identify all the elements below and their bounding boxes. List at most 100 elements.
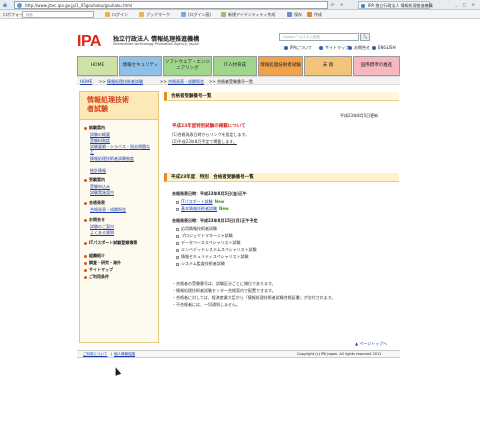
toolbar-create[interactable]: 作成 [314, 12, 322, 18]
new-identity-icon [221, 12, 226, 17]
refresh-icon[interactable]: ⟳ [331, 2, 334, 7]
bullet-icon [284, 46, 288, 50]
note-line: ・合格者の受験番号は、試験区分ごとに順位であります。 [172, 281, 276, 286]
checkbox-icon [176, 255, 179, 259]
checkbox-icon [176, 241, 179, 245]
sidebar-title: 情報処理技術者試験 [87, 96, 129, 113]
util-link-about[interactable]: IPAについて [284, 45, 312, 51]
bullet-icon [84, 201, 87, 205]
toolbar-login-page[interactable]: (ログイン画) [188, 12, 211, 18]
site-search-placeholder: Google™カスタム検索 [283, 35, 320, 39]
breadcrumb-home[interactable]: HOME [80, 79, 92, 84]
nav-software-engineering[interactable]: ソフトウェア・エンジニアリング [163, 56, 212, 76]
page-title: 合格者受験番号一覧 [171, 94, 212, 99]
result-item: 情報セキュリティスペシャリスト試験 [176, 254, 248, 260]
checkbox-icon [176, 227, 179, 231]
util-link-english[interactable]: ENGLISH [372, 45, 396, 50]
browser-tab[interactable]: IPA 独立行政法人 情報処理推進機構 [358, 1, 433, 9]
sidebar-item-faq[interactable]: よくある質問 [90, 230, 114, 235]
nav-security[interactable]: 情報セキュリティ [119, 56, 162, 76]
bullet-icon [84, 261, 87, 265]
sidebar-link-research[interactable]: 調査・研究・海外 [84, 260, 121, 265]
result-item[interactable]: ITパスポート試験 New [176, 199, 224, 205]
site-search-button[interactable]: 🔍 [360, 33, 370, 41]
address-field[interactable]: http://www.jitec.ipa.go.jp/1_05gouhaku/g… [14, 1, 328, 9]
sidebar-section-apply: 受験案内 [84, 177, 105, 182]
sidebar-item-exam-info[interactable]: 試験実施案内 [90, 190, 114, 195]
toolbar-login[interactable]: ログイン [112, 12, 128, 18]
sidebar-section-results: 合格発表 [84, 200, 105, 205]
footer-link-terms[interactable]: ご利用について [83, 352, 107, 357]
bullet-icon [84, 178, 87, 182]
checkbox-icon [176, 207, 179, 211]
bullet-icon [348, 46, 352, 50]
sidebar-link-sitemap[interactable]: サイトマップ [84, 267, 113, 272]
sidebar-link-org[interactable]: 組織紹介 [84, 253, 105, 258]
sidebar-item-syllabus[interactable]: 試験要綱・シラバス・過去問題など [90, 144, 152, 154]
result-item: 応用情報技術者試験 [176, 226, 217, 232]
ipa-logo[interactable]: IPA [77, 33, 101, 51]
footer-link-privacy[interactable]: 個人情報保護 [114, 352, 135, 357]
toolbar-search-placeholder: 検索 [26, 13, 33, 17]
page-title-bar: 合格者受験番号一覧 [164, 92, 399, 101]
bullet-icon [84, 218, 87, 222]
util-link-sitemap[interactable]: サイトマップ [319, 45, 349, 51]
announce-date-2: 合格発表日時：平成23年8月15日(月)正午予定 [172, 218, 258, 223]
nav-it-hr[interactable]: IT人材育成 [213, 56, 257, 76]
breadcrumb-results[interactable]: 合格発表・成績照会 [168, 79, 204, 85]
sidebar-link-terms[interactable]: ご利用条件 [84, 274, 109, 279]
new-badge: New [214, 199, 225, 204]
notice-line-2[interactable]: (2)平成23年8月予定で掲載します。 [172, 139, 237, 145]
nav-exam[interactable]: 情報処理技術者試験 [258, 56, 303, 76]
nav-mitou[interactable]: 未 踏 [304, 56, 352, 76]
copyright: Copyright (c) IPA Japan. All rights rese… [297, 352, 382, 356]
bullet-icon [319, 46, 323, 50]
sidebar-link-itpassport[interactable]: ITパスポート試験登録簿等 [84, 240, 154, 245]
sidebar-item-stats[interactable]: 統計情報 [90, 168, 106, 173]
stop-icon[interactable]: ✕ [340, 2, 343, 7]
sidebar-item-apply[interactable]: 受験申込み [90, 184, 110, 189]
toolbar-search-box[interactable]: 検索 [22, 11, 94, 18]
sidebar-item-overview[interactable]: 試験の概要 [90, 132, 110, 137]
browser-toolbar: ロボフォーム 検索 ログイン ブックマーク (ログイン画) 新規アイデンティティ… [0, 10, 480, 19]
web-page: IPA 独立行政法人 情報処理推進機構 Information-technolo… [0, 19, 480, 422]
mouse-cursor-icon [112, 366, 122, 376]
checkbox-icon [176, 200, 179, 204]
sidebar-item-system[interactable]: 情報処理技術者試験制度 [90, 156, 152, 161]
note-line: ・合格者に対しては、経済産業大臣から「情報処理技術者試験合格証書」が交付されます… [172, 295, 336, 300]
window-controls[interactable]: _ □ ✕ [455, 2, 477, 7]
nav-standards[interactable]: 国際標準の推進 [353, 56, 400, 76]
result-item: システム監査技術者試験 [176, 261, 225, 267]
sidebar-item-fee[interactable]: 受験料制度 [90, 138, 110, 143]
sidebar-header: 情報処理技術者試験 [80, 92, 158, 120]
notice-line-1: (1)合格発表日時からリンクを設定します。 [172, 132, 250, 137]
page-top-link[interactable]: ▲ ページトップへ [355, 341, 387, 347]
util-link-contact[interactable]: お問合せ [348, 45, 370, 51]
result-item[interactable]: 基本情報技術者試験 New [176, 206, 229, 212]
sidebar-item-results[interactable]: 合格発表・成績照会 [90, 207, 126, 212]
breadcrumb-sep: >> [99, 79, 106, 84]
sidebar-item-guide[interactable]: 試験のご案内 [90, 224, 114, 229]
site-search-input[interactable]: Google™カスタム検索 [279, 33, 359, 41]
toolbar-new-identity[interactable]: 新規アイデンティティ作成 [228, 12, 275, 18]
breadcrumb-sep: >> [160, 79, 167, 84]
footer: ご利用について | 個人情報保護 Copyright (c) IPA Japan… [77, 350, 400, 358]
toolbar-save[interactable]: 保存 [294, 12, 302, 18]
breadcrumb-sep: >> [209, 79, 216, 84]
breadcrumb-current: 合格者受験番号一覧 [217, 79, 253, 84]
toolbar-bookmark[interactable]: ブックマーク [146, 12, 170, 18]
bullet-icon [84, 268, 87, 272]
bullet-icon [372, 46, 376, 50]
nav-home[interactable]: HOME [77, 56, 118, 76]
browser-url-bar: e http://www.jitec.ipa.go.jp/1_05gouhaku… [0, 0, 480, 10]
create-icon [307, 12, 312, 17]
announce-date-1: 合格発表日時：平成23年8月5日(金)正午 [172, 191, 247, 196]
note-line: ・不合格者には、一切通知しません。 [172, 302, 240, 307]
site-favicon-icon [17, 3, 22, 8]
address-url[interactable]: http://www.jitec.ipa.go.jp/1_05gouhaku/g… [25, 3, 132, 8]
login-icon [105, 12, 110, 17]
sidebar-section-guide: 試験案内 [84, 125, 105, 130]
bullet-icon [84, 254, 87, 258]
breadcrumb-exam[interactable]: 情報処理技術者試験 [107, 79, 143, 85]
login-page-icon [181, 12, 186, 17]
